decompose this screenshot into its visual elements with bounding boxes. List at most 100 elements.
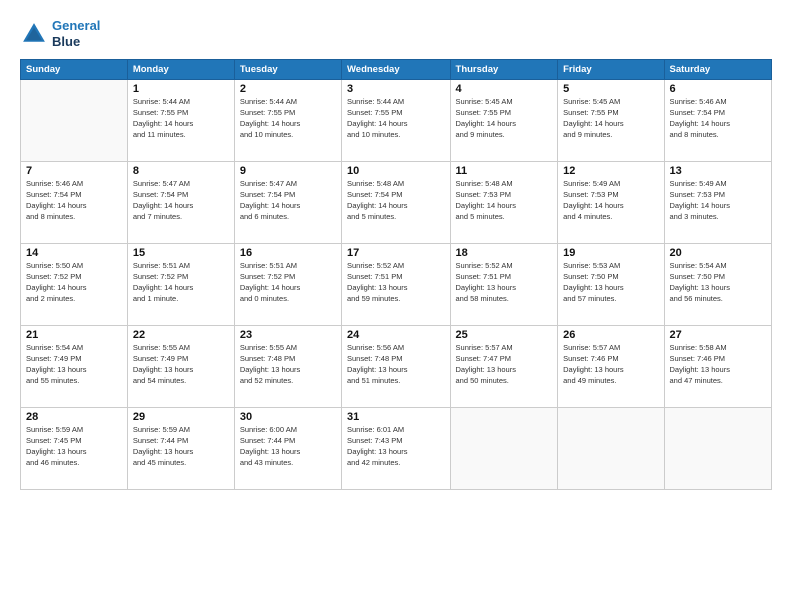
calendar-cell: 5Sunrise: 5:45 AM Sunset: 7:55 PM Daylig… [558,80,664,162]
calendar-cell: 19Sunrise: 5:53 AM Sunset: 7:50 PM Dayli… [558,244,664,326]
day-number: 12 [563,165,658,177]
calendar-cell: 17Sunrise: 5:52 AM Sunset: 7:51 PM Dayli… [342,244,451,326]
day-info: Sunrise: 5:44 AM Sunset: 7:55 PM Dayligh… [133,97,229,141]
day-number: 26 [563,329,658,341]
calendar-cell: 6Sunrise: 5:46 AM Sunset: 7:54 PM Daylig… [664,80,771,162]
day-info: Sunrise: 5:56 AM Sunset: 7:48 PM Dayligh… [347,343,445,387]
logo-icon [20,20,48,48]
day-number: 4 [456,83,553,95]
day-number: 16 [240,247,336,259]
day-info: Sunrise: 5:59 AM Sunset: 7:44 PM Dayligh… [133,425,229,469]
calendar-table: SundayMondayTuesdayWednesdayThursdayFrid… [20,59,772,490]
day-info: Sunrise: 5:55 AM Sunset: 7:49 PM Dayligh… [133,343,229,387]
calendar-weekday-sunday: Sunday [21,60,128,80]
calendar-weekday-wednesday: Wednesday [342,60,451,80]
day-info: Sunrise: 5:49 AM Sunset: 7:53 PM Dayligh… [670,179,766,223]
day-info: Sunrise: 5:59 AM Sunset: 7:45 PM Dayligh… [26,425,122,469]
day-number: 15 [133,247,229,259]
day-number: 3 [347,83,445,95]
calendar-cell: 23 Sunrise: 5:55 AM Sunset: 7:48 PM Dayli… [234,326,341,408]
calendar-cell: 9 Sunrise: 5:47 AM Sunset: 7:54 PM Daylig… [234,162,341,244]
day-info: Sunrise: 5:52 AM Sunset: 7:51 PM Dayligh… [456,261,553,305]
calendar-weekday-friday: Friday [558,60,664,80]
calendar-weekday-tuesday: Tuesday [234,60,341,80]
day-info: Sunrise: 5:47 AM Sunset: 7:54 PM Dayligh… [240,179,336,223]
header: General Blue [20,18,772,49]
calendar-cell [558,408,664,490]
calendar-cell [450,408,558,490]
calendar-cell: 31 Sunrise: 6:01 AM Sunset: 7:43 PM Dayli… [342,408,451,490]
calendar-cell: 7Sunrise: 5:46 AM Sunset: 7:54 PM Daylig… [21,162,128,244]
day-number: 24 [347,329,445,341]
logo: General Blue [20,18,100,49]
calendar-week-row: 1Sunrise: 5:44 AM Sunset: 7:55 PM Daylig… [21,80,772,162]
calendar-cell: 28 Sunrise: 5:59 AM Sunset: 7:45 PM Dayli… [21,408,128,490]
day-number: 27 [670,329,766,341]
calendar-cell [21,80,128,162]
calendar-header-row: SundayMondayTuesdayWednesdayThursdayFrid… [21,60,772,80]
day-info: Sunrise: 5:58 AM Sunset: 7:46 PM Dayligh… [670,343,766,387]
calendar-cell: 8Sunrise: 5:47 AM Sunset: 7:54 PM Daylig… [127,162,234,244]
day-info: Sunrise: 5:45 AM Sunset: 7:55 PM Dayligh… [563,97,658,141]
day-number: 21 [26,329,122,341]
calendar-cell: 2 Sunrise: 5:44 AM Sunset: 7:55 PM Daylig… [234,80,341,162]
day-number: 17 [347,247,445,259]
day-number: 2 [240,83,336,95]
day-number: 28 [26,411,122,423]
day-info: Sunrise: 5:57 AM Sunset: 7:46 PM Dayligh… [563,343,658,387]
day-info: Sunrise: 5:53 AM Sunset: 7:50 PM Dayligh… [563,261,658,305]
day-info: Sunrise: 6:01 AM Sunset: 7:43 PM Dayligh… [347,425,445,469]
calendar-week-row: 28 Sunrise: 5:59 AM Sunset: 7:45 PM Dayli… [21,408,772,490]
calendar-cell: 11Sunrise: 5:48 AM Sunset: 7:53 PM Dayli… [450,162,558,244]
calendar-cell: 22 Sunrise: 5:55 AM Sunset: 7:49 PM Dayli… [127,326,234,408]
day-number: 31 [347,411,445,423]
calendar-week-row: 21 Sunrise: 5:54 AM Sunset: 7:49 PM Dayli… [21,326,772,408]
calendar-cell: 30 Sunrise: 6:00 AM Sunset: 7:44 PM Dayli… [234,408,341,490]
day-number: 29 [133,411,229,423]
day-info: Sunrise: 5:48 AM Sunset: 7:54 PM Dayligh… [347,179,445,223]
calendar-cell: 21 Sunrise: 5:54 AM Sunset: 7:49 PM Dayli… [21,326,128,408]
day-number: 30 [240,411,336,423]
day-number: 20 [670,247,766,259]
calendar-cell: 10 Sunrise: 5:48 AM Sunset: 7:54 PM Dayli… [342,162,451,244]
day-number: 18 [456,247,553,259]
day-info: Sunrise: 5:44 AM Sunset: 7:55 PM Dayligh… [347,97,445,141]
day-number: 23 [240,329,336,341]
calendar-cell: 13 Sunrise: 5:49 AM Sunset: 7:53 PM Dayli… [664,162,771,244]
calendar-cell: 12 Sunrise: 5:49 AM Sunset: 7:53 PM Dayli… [558,162,664,244]
calendar-cell: 18 Sunrise: 5:52 AM Sunset: 7:51 PM Dayli… [450,244,558,326]
calendar-cell: 1Sunrise: 5:44 AM Sunset: 7:55 PM Daylig… [127,80,234,162]
calendar-weekday-saturday: Saturday [664,60,771,80]
day-number: 13 [670,165,766,177]
day-number: 8 [133,165,229,177]
day-info: Sunrise: 5:55 AM Sunset: 7:48 PM Dayligh… [240,343,336,387]
calendar-cell: 3 Sunrise: 5:44 AM Sunset: 7:55 PM Daylig… [342,80,451,162]
day-number: 9 [240,165,336,177]
calendar-cell: 25 Sunrise: 5:57 AM Sunset: 7:47 PM Dayli… [450,326,558,408]
day-info: Sunrise: 5:57 AM Sunset: 7:47 PM Dayligh… [456,343,553,387]
calendar-cell [664,408,771,490]
day-number: 25 [456,329,553,341]
day-info: Sunrise: 5:46 AM Sunset: 7:54 PM Dayligh… [26,179,122,223]
day-info: Sunrise: 5:54 AM Sunset: 7:50 PM Dayligh… [670,261,766,305]
day-info: Sunrise: 5:54 AM Sunset: 7:49 PM Dayligh… [26,343,122,387]
calendar-week-row: 14 Sunrise: 5:50 AM Sunset: 7:52 PM Dayli… [21,244,772,326]
day-info: Sunrise: 5:44 AM Sunset: 7:55 PM Dayligh… [240,97,336,141]
logo-text: General Blue [52,18,100,49]
calendar-cell: 16 Sunrise: 5:51 AM Sunset: 7:52 PM Dayli… [234,244,341,326]
page: General Blue SundayMondayTuesdayWednesda… [0,0,792,612]
day-number: 10 [347,165,445,177]
day-info: Sunrise: 5:45 AM Sunset: 7:55 PM Dayligh… [456,97,553,141]
day-info: Sunrise: 5:50 AM Sunset: 7:52 PM Dayligh… [26,261,122,305]
day-info: Sunrise: 5:51 AM Sunset: 7:52 PM Dayligh… [240,261,336,305]
calendar-cell: 27 Sunrise: 5:58 AM Sunset: 7:46 PM Dayli… [664,326,771,408]
calendar-cell: 14 Sunrise: 5:50 AM Sunset: 7:52 PM Dayli… [21,244,128,326]
calendar-weekday-thursday: Thursday [450,60,558,80]
day-number: 11 [456,165,553,177]
day-info: Sunrise: 6:00 AM Sunset: 7:44 PM Dayligh… [240,425,336,469]
calendar-cell: 24 Sunrise: 5:56 AM Sunset: 7:48 PM Dayli… [342,326,451,408]
calendar-cell: 15Sunrise: 5:51 AM Sunset: 7:52 PM Dayli… [127,244,234,326]
day-number: 22 [133,329,229,341]
day-info: Sunrise: 5:49 AM Sunset: 7:53 PM Dayligh… [563,179,658,223]
day-number: 14 [26,247,122,259]
